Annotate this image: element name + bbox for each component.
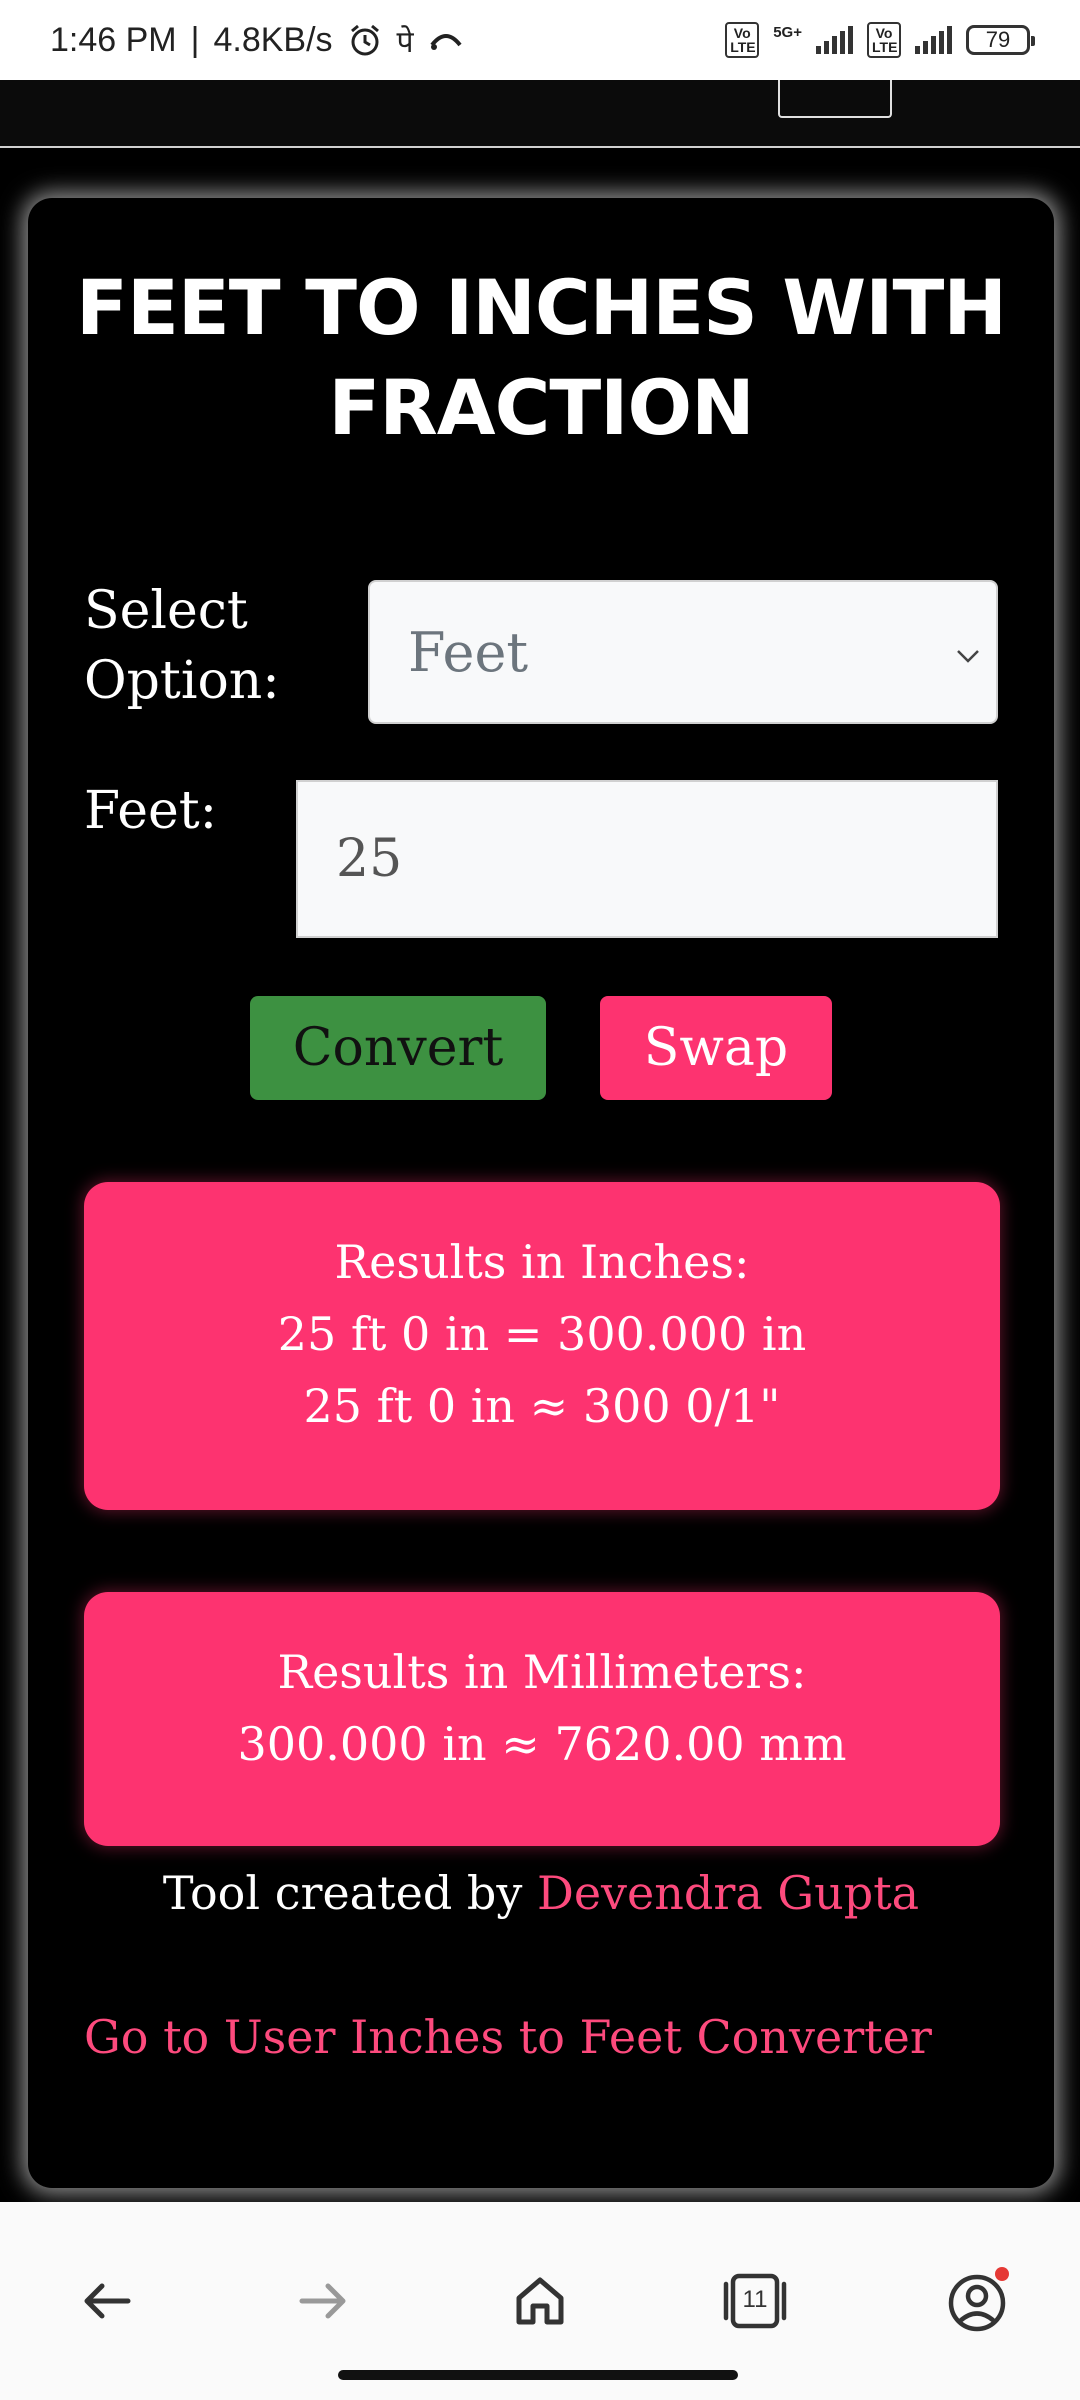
convert-button[interactable]: Convert (250, 996, 546, 1100)
inches-fraction-line: 25 ft 0 in ≈ 300 0/1" (303, 1379, 781, 1433)
swap-button[interactable]: Swap (600, 996, 832, 1100)
profile-button[interactable] (944, 2266, 1014, 2336)
status-separator: | (190, 20, 200, 59)
feet-input[interactable]: 25 (296, 780, 998, 938)
volte-icon-2: Vo LTE (867, 22, 901, 58)
forward-arrow-icon[interactable] (292, 2270, 354, 2332)
page-title: FEET TO INCHES WITH FRACTION (76, 263, 1007, 452)
home-icon[interactable] (509, 2270, 571, 2332)
mm-result-box: Results in Millimeters: 300.000 in ≈ 762… (84, 1592, 1000, 1846)
unit-select-value: Feet (408, 620, 529, 684)
menu-toggle-button[interactable] (778, 80, 892, 118)
status-bar: 1:46 PM | 4.8KB/s पे Vo LTE 5G+ Vo LTE 7… (0, 0, 1080, 80)
signal-icon-2 (915, 26, 952, 54)
mm-result-heading: Results in Millimeters: (277, 1645, 807, 1699)
inches-result-heading: Results in Inches: (334, 1235, 750, 1289)
tab-count: 11 (742, 2286, 768, 2313)
status-speed: 4.8KB/s (213, 20, 333, 59)
back-arrow-icon[interactable] (76, 2270, 138, 2332)
payment-app-icon: पे (396, 25, 414, 59)
network-type: 5G+ (773, 23, 802, 41)
mm-result-line: 300.000 in ≈ 7620.00 mm (237, 1717, 847, 1771)
hotspot-icon (430, 34, 462, 50)
unit-select[interactable]: Feet (368, 580, 998, 724)
volte-icon: Vo LTE (725, 22, 760, 58)
select-option-label: Select Option: (84, 581, 280, 711)
chevron-down-icon (957, 650, 979, 663)
status-time: 1:46 PM (50, 20, 177, 59)
site-header (0, 80, 1080, 148)
tabs-button[interactable]: 11 (720, 2266, 790, 2336)
battery-icon: 79 (966, 25, 1035, 55)
account-icon (948, 2267, 1009, 2332)
home-indicator[interactable] (338, 2370, 738, 2380)
inches-to-feet-link[interactable]: Go to User Inches to Feet Converter (84, 2002, 932, 2072)
alarm-icon (350, 24, 379, 56)
signal-icon (816, 26, 853, 54)
credit-line: Tool created by Devendra Gupta (28, 1858, 1054, 1928)
status-left: 1:46 PM | 4.8KB/s पे (50, 20, 464, 61)
converter-card: FEET TO INCHES WITH FRACTION Select Opti… (28, 198, 1054, 2188)
status-right: Vo LTE 5G+ Vo LTE 79 (725, 22, 1035, 58)
inches-result-box: Results in Inches: 25 ft 0 in = 300.000 … (84, 1182, 1000, 1510)
feet-label: Feet: (84, 781, 218, 841)
author-link[interactable]: Devendra Gupta (537, 1866, 919, 1920)
inches-result-line: 25 ft 0 in = 300.000 in (277, 1307, 807, 1361)
credit-prefix: Tool created by (162, 1866, 523, 1920)
